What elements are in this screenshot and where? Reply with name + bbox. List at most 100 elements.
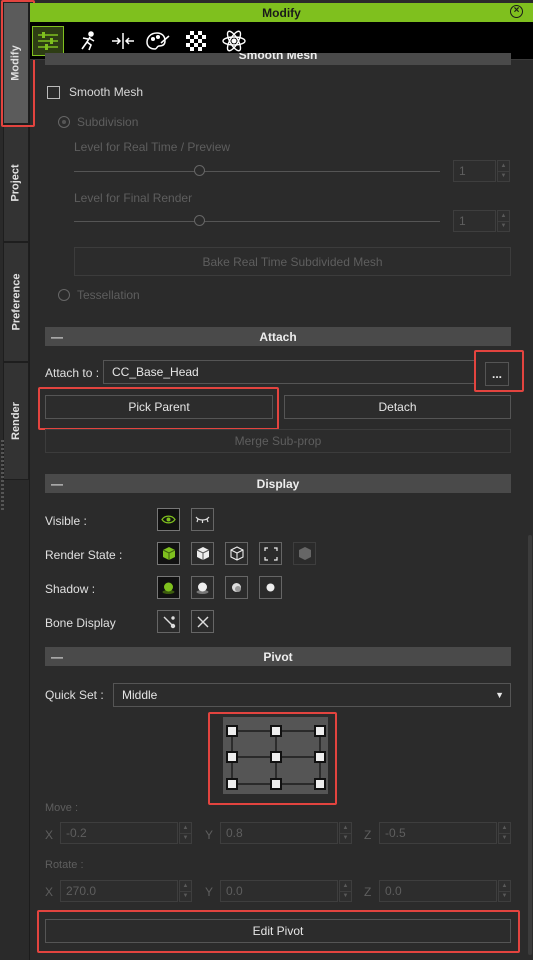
move-z-spinner[interactable]: ▲ ▼ [498, 822, 511, 844]
shadow-receive-icon[interactable] [225, 576, 248, 599]
attach-to-field[interactable]: CC_Base_Head [103, 360, 475, 384]
edit-pivot-button[interactable]: Edit Pivot [45, 919, 511, 943]
render-state-flat-icon[interactable] [191, 542, 214, 565]
tessellation-option[interactable]: Tessellation [58, 288, 140, 302]
final-render-level-spinner[interactable]: ▲ ▼ [497, 210, 510, 232]
move-x-spinner[interactable]: ▲ ▼ [179, 822, 192, 844]
section-header-pivot[interactable]: — Pivot [45, 647, 511, 666]
spin-up-icon[interactable]: ▲ [499, 823, 510, 834]
collapse-icon[interactable]: — [51, 650, 63, 664]
merge-sub-prop-button[interactable]: Merge Sub-prop [45, 429, 511, 453]
pivot-point-bottom-right[interactable] [314, 778, 326, 790]
resize-grip[interactable] [1, 440, 4, 510]
pivot-point-middle-center[interactable] [270, 751, 282, 763]
shadow-cast-receive-icon[interactable] [157, 576, 180, 599]
close-icon[interactable]: × [510, 5, 523, 18]
spin-up-icon[interactable]: ▲ [498, 161, 509, 172]
spin-down-icon[interactable]: ▼ [498, 222, 509, 232]
bone-display-hide-icon[interactable] [191, 610, 214, 633]
tab-modify[interactable]: Modify [3, 2, 29, 124]
scrollbar-thumb[interactable] [528, 535, 532, 955]
spin-down-icon[interactable]: ▼ [340, 892, 351, 902]
section-header-display[interactable]: — Display [45, 474, 511, 493]
render-state-hidden-icon[interactable] [293, 542, 316, 565]
tab-project[interactable]: Project [3, 124, 29, 242]
quick-set-dropdown[interactable]: Middle ▼ [113, 683, 511, 707]
shadow-cast-icon[interactable] [191, 576, 214, 599]
detach-button[interactable]: Detach [284, 395, 511, 419]
attach-to-label: Attach to : [45, 366, 100, 380]
move-x-input[interactable]: -0.2 [60, 822, 178, 844]
rotate-y-spinner[interactable]: ▲ ▼ [339, 880, 352, 902]
section-header-smooth-mesh[interactable]: Smooth Mesh [45, 53, 511, 65]
spin-up-icon[interactable]: ▲ [340, 823, 351, 834]
final-render-level-slider-handle[interactable] [194, 215, 205, 226]
pivot-point-top-center[interactable] [270, 725, 282, 737]
subdivision-option[interactable]: Subdivision [58, 115, 138, 129]
final-render-level-input[interactable]: 1 [453, 210, 496, 232]
rotate-y-input[interactable]: 0.0 [220, 880, 338, 902]
render-state-solid-icon[interactable] [157, 542, 180, 565]
rotate-x-input[interactable]: 270.0 [60, 880, 178, 902]
spin-up-icon[interactable]: ▲ [180, 881, 191, 892]
spin-down-icon[interactable]: ▼ [499, 892, 510, 902]
bone-display-show-icon[interactable] [157, 610, 180, 633]
pivot-point-top-left[interactable] [226, 725, 238, 737]
tessellation-label: Tessellation [77, 288, 140, 302]
modify-content: Smooth Mesh Smooth Mesh Subdivision Leve… [30, 53, 526, 960]
realtime-level-slider-handle[interactable] [194, 165, 205, 176]
rotate-z-input[interactable]: 0.0 [379, 880, 497, 902]
section-title-smooth-mesh: Smooth Mesh [238, 53, 318, 62]
pivot-point-middle-right[interactable] [314, 751, 326, 763]
pivot-point-top-right[interactable] [314, 725, 326, 737]
hidden-eye-closed-icon[interactable] [191, 508, 214, 531]
pick-parent-button[interactable]: Pick Parent [45, 395, 273, 419]
smooth-mesh-option[interactable]: Smooth Mesh [47, 85, 143, 99]
tab-render[interactable]: Render [3, 362, 29, 480]
rotate-x-spinner[interactable]: ▲ ▼ [179, 880, 192, 902]
section-header-attach[interactable]: — Attach [45, 327, 511, 346]
spin-down-icon[interactable]: ▼ [180, 834, 191, 844]
rotate-z-value: 0.0 [385, 884, 402, 898]
render-state-box-icon[interactable] [259, 542, 282, 565]
visible-eye-open-icon[interactable] [157, 508, 180, 531]
pivot-point-bottom-center[interactable] [270, 778, 282, 790]
collapse-icon[interactable]: — [51, 477, 63, 491]
smooth-mesh-checkbox[interactable] [47, 85, 60, 99]
realtime-level-spinner[interactable]: ▲ ▼ [497, 160, 510, 182]
spin-up-icon[interactable]: ▲ [498, 211, 509, 222]
motion-pose-icon[interactable] [73, 27, 103, 55]
tessellation-radio[interactable] [58, 289, 70, 301]
spin-down-icon[interactable]: ▼ [498, 172, 509, 182]
pivot-point-bottom-left[interactable] [226, 778, 238, 790]
spin-down-icon[interactable]: ▼ [499, 834, 510, 844]
spin-up-icon[interactable]: ▲ [180, 823, 191, 834]
modify-settings-icon[interactable] [32, 26, 64, 56]
move-y-input[interactable]: 0.8 [220, 822, 338, 844]
render-state-wireframe-icon[interactable] [225, 542, 248, 565]
spin-down-icon[interactable]: ▼ [340, 834, 351, 844]
rotate-z-spinner[interactable]: ▲ ▼ [498, 880, 511, 902]
pivot-point-middle-left[interactable] [226, 751, 238, 763]
move-z-axis-label: Z [364, 828, 372, 842]
texture-checker-icon[interactable] [181, 27, 211, 55]
rotate-label: Rotate : [45, 859, 84, 871]
realtime-level-input[interactable]: 1 [453, 160, 496, 182]
realtime-level-slider[interactable] [74, 171, 440, 172]
move-y-spinner[interactable]: ▲ ▼ [339, 822, 352, 844]
physics-atom-icon[interactable] [219, 27, 249, 55]
bake-subdivided-mesh-button[interactable]: Bake Real Time Subdivided Mesh [74, 247, 511, 276]
subdivision-radio[interactable] [58, 116, 70, 128]
attach-browse-button[interactable]: ... [485, 362, 509, 386]
shadow-none-icon[interactable] [259, 576, 282, 599]
align-icon[interactable] [108, 27, 138, 55]
tab-preference[interactable]: Preference [3, 242, 29, 362]
move-z-input[interactable]: -0.5 [379, 822, 497, 844]
spin-down-icon[interactable]: ▼ [180, 892, 191, 902]
final-render-level-slider[interactable] [74, 221, 440, 222]
material-icon[interactable] [143, 27, 173, 55]
spin-up-icon[interactable]: ▲ [340, 881, 351, 892]
side-tab-bar: Modify Project Preference Render [0, 0, 30, 960]
collapse-icon[interactable]: — [51, 330, 63, 344]
spin-up-icon[interactable]: ▲ [499, 881, 510, 892]
